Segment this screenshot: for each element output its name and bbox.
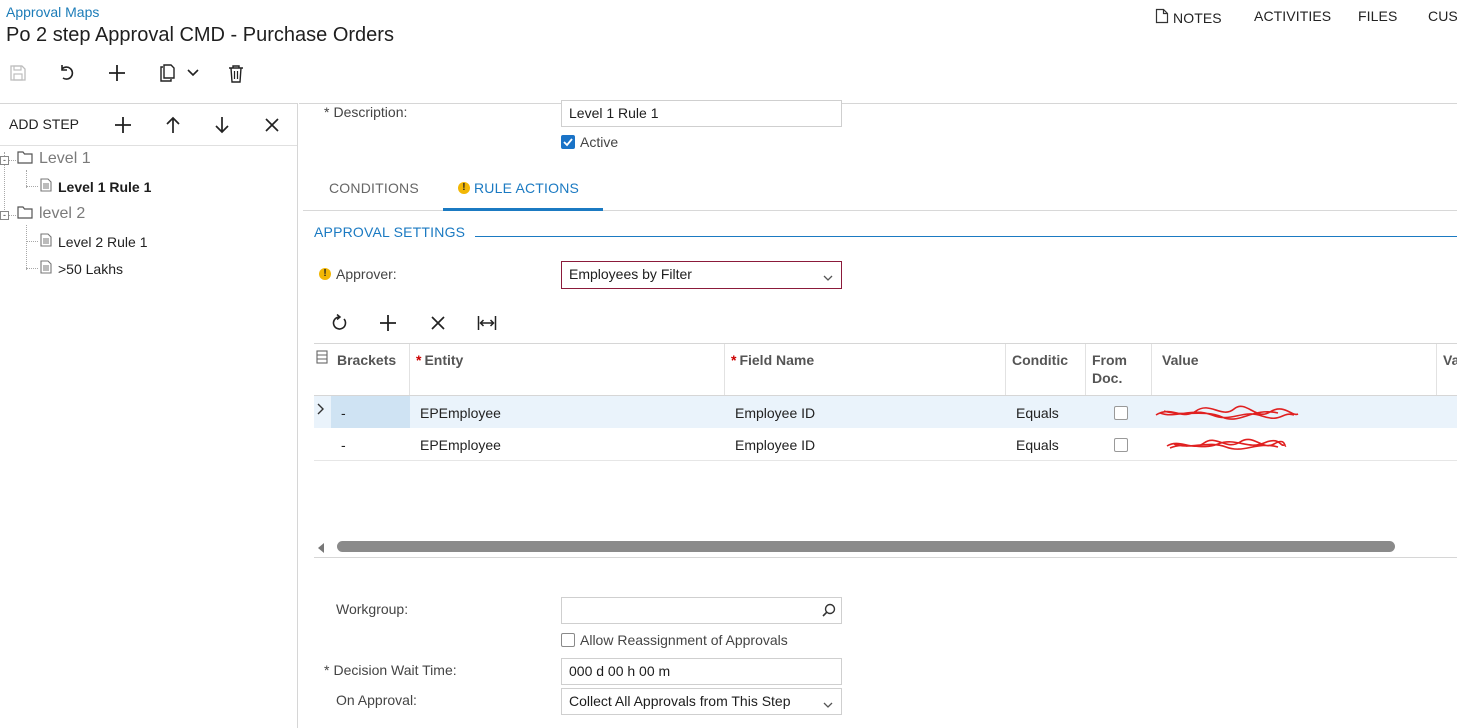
active-tab-indicator <box>443 208 603 211</box>
cell-brackets[interactable]: - <box>341 437 346 453</box>
notes-label: NOTES <box>1173 9 1222 26</box>
tab-conditions[interactable]: CONDITIONS <box>329 180 419 196</box>
horizontal-scrollbar[interactable] <box>337 541 1395 552</box>
chevron-right-icon <box>316 402 325 418</box>
tree-level-2[interactable]: level 2 <box>17 205 85 223</box>
cell-condition[interactable]: Equals <box>1016 437 1059 453</box>
tree-level-1[interactable]: Level 1 <box>17 150 91 168</box>
cell-condition[interactable]: Equals <box>1016 405 1059 421</box>
tree-level-label: Level 1 <box>39 150 91 167</box>
arrow-up-icon[interactable] <box>161 113 185 137</box>
warning-icon: ! <box>458 182 470 194</box>
section-divider <box>475 236 1457 237</box>
add-icon[interactable] <box>111 113 135 137</box>
delete-icon[interactable] <box>223 60 249 86</box>
refresh-icon[interactable] <box>327 311 351 335</box>
add-step-button[interactable]: ADD STEP <box>9 116 79 132</box>
notes-link[interactable]: NOTES <box>1155 8 1222 27</box>
arrow-down-icon[interactable] <box>210 113 234 137</box>
cell-field-name[interactable]: Employee ID <box>735 437 815 453</box>
tree-rule-label: Level 1 Rule 1 <box>58 179 152 195</box>
save-icon[interactable] <box>5 60 31 86</box>
from-doc-checkbox[interactable] <box>1114 406 1128 420</box>
add-icon[interactable] <box>104 60 130 86</box>
decision-wait-time-label: * Decision Wait Time: <box>324 662 457 678</box>
tree-level-label: level 2 <box>39 205 86 222</box>
decision-wait-time-field[interactable]: 000 d 00 h 00 m <box>561 658 842 685</box>
column-settings-icon[interactable] <box>314 344 331 395</box>
column-header-brackets[interactable]: Brackets <box>331 344 410 395</box>
approver-label: ! Approver: <box>319 266 397 282</box>
customization-link[interactable]: CUST <box>1428 8 1457 24</box>
column-header-value2[interactable]: Va <box>1437 344 1457 395</box>
scroll-left-icon[interactable] <box>318 540 325 556</box>
page-title: Po 2 step Approval CMD - Purchase Orders <box>6 24 394 46</box>
document-icon <box>40 178 52 196</box>
tree-rule-level-2-rule-1[interactable]: Level 2 Rule 1 <box>40 233 148 251</box>
cell-field-name[interactable]: Employee ID <box>735 405 815 421</box>
undo-icon[interactable] <box>54 60 80 86</box>
add-row-icon[interactable] <box>376 311 400 335</box>
description-label: * Description: <box>324 104 408 120</box>
column-header-condition[interactable]: Conditic <box>1006 344 1086 395</box>
chevron-down-icon <box>823 696 833 712</box>
section-title-approval-settings: APPROVAL SETTINGS <box>314 224 466 240</box>
close-icon[interactable] <box>260 113 284 137</box>
folder-icon <box>17 205 33 223</box>
copy-paste-icon[interactable] <box>154 60 180 86</box>
redacted-value <box>1166 438 1287 450</box>
column-header-field-name[interactable]: * Field Name <box>725 344 1006 395</box>
cell-brackets[interactable]: - <box>341 405 346 421</box>
chevron-down-icon <box>823 269 833 285</box>
tab-label: RULE ACTIONS <box>474 180 580 196</box>
on-approval-label: On Approval: <box>336 692 417 708</box>
workgroup-label: Workgroup: <box>336 601 409 617</box>
warning-icon: ! <box>319 268 331 280</box>
fit-columns-icon[interactable] <box>475 311 499 335</box>
allow-reassignment-checkbox[interactable] <box>561 633 575 647</box>
tree-rule-label: >50 Lakhs <box>58 261 123 277</box>
note-icon <box>1155 8 1169 27</box>
column-header-value[interactable]: Value <box>1156 344 1437 395</box>
delete-row-icon[interactable] <box>426 311 450 335</box>
redacted-value <box>1155 405 1299 420</box>
rule-detail-panel: * Description: Level 1 Rule 1 Active COND… <box>299 100 1457 728</box>
chevron-down-icon[interactable] <box>180 60 206 86</box>
steps-tree-panel: ADD STEP - - Level 1 Level 1 Rule 1 leve… <box>0 103 298 728</box>
conditions-grid: Brackets * Entity * Field Name Conditic Fr… <box>314 343 1457 558</box>
column-header-entity[interactable]: * Entity <box>410 344 725 395</box>
document-icon <box>40 260 52 278</box>
column-header-from-doc[interactable]: From Doc. <box>1086 344 1152 395</box>
tree-rule-level-1-rule-1[interactable]: Level 1 Rule 1 <box>40 178 151 196</box>
from-doc-checkbox[interactable] <box>1114 438 1128 452</box>
on-approval-select[interactable]: Collect All Approvals from This Step <box>561 688 842 715</box>
breadcrumb[interactable]: Approval Maps <box>6 4 99 20</box>
tree-rule-50-lakhs[interactable]: >50 Lakhs <box>40 260 123 278</box>
tab-rule-actions[interactable]: ! RULE ACTIONS <box>458 180 579 196</box>
document-icon <box>40 233 52 251</box>
cell-entity[interactable]: EPEmployee <box>420 405 501 421</box>
collapse-toggle[interactable]: - <box>0 156 9 165</box>
allow-reassignment-label: Allow Reassignment of Approvals <box>580 632 788 648</box>
folder-icon <box>17 150 33 168</box>
cell-entity[interactable]: EPEmployee <box>420 437 501 453</box>
tabs-bar: CONDITIONS ! RULE ACTIONS <box>303 168 1457 211</box>
tree-rule-label: Level 2 Rule 1 <box>58 234 148 250</box>
search-icon[interactable] <box>822 603 836 620</box>
active-checkbox[interactable] <box>561 135 575 149</box>
activities-link[interactable]: ACTIVITIES <box>1254 8 1331 24</box>
files-link[interactable]: FILES <box>1358 8 1397 24</box>
active-label: Active <box>580 134 619 150</box>
collapse-toggle[interactable]: - <box>0 211 9 220</box>
description-field[interactable]: Level 1 Rule 1 <box>561 100 842 127</box>
approver-select[interactable]: Employees by Filter <box>561 261 842 289</box>
workgroup-field[interactable] <box>561 597 842 624</box>
tree-toolbar: ADD STEP <box>0 104 297 146</box>
